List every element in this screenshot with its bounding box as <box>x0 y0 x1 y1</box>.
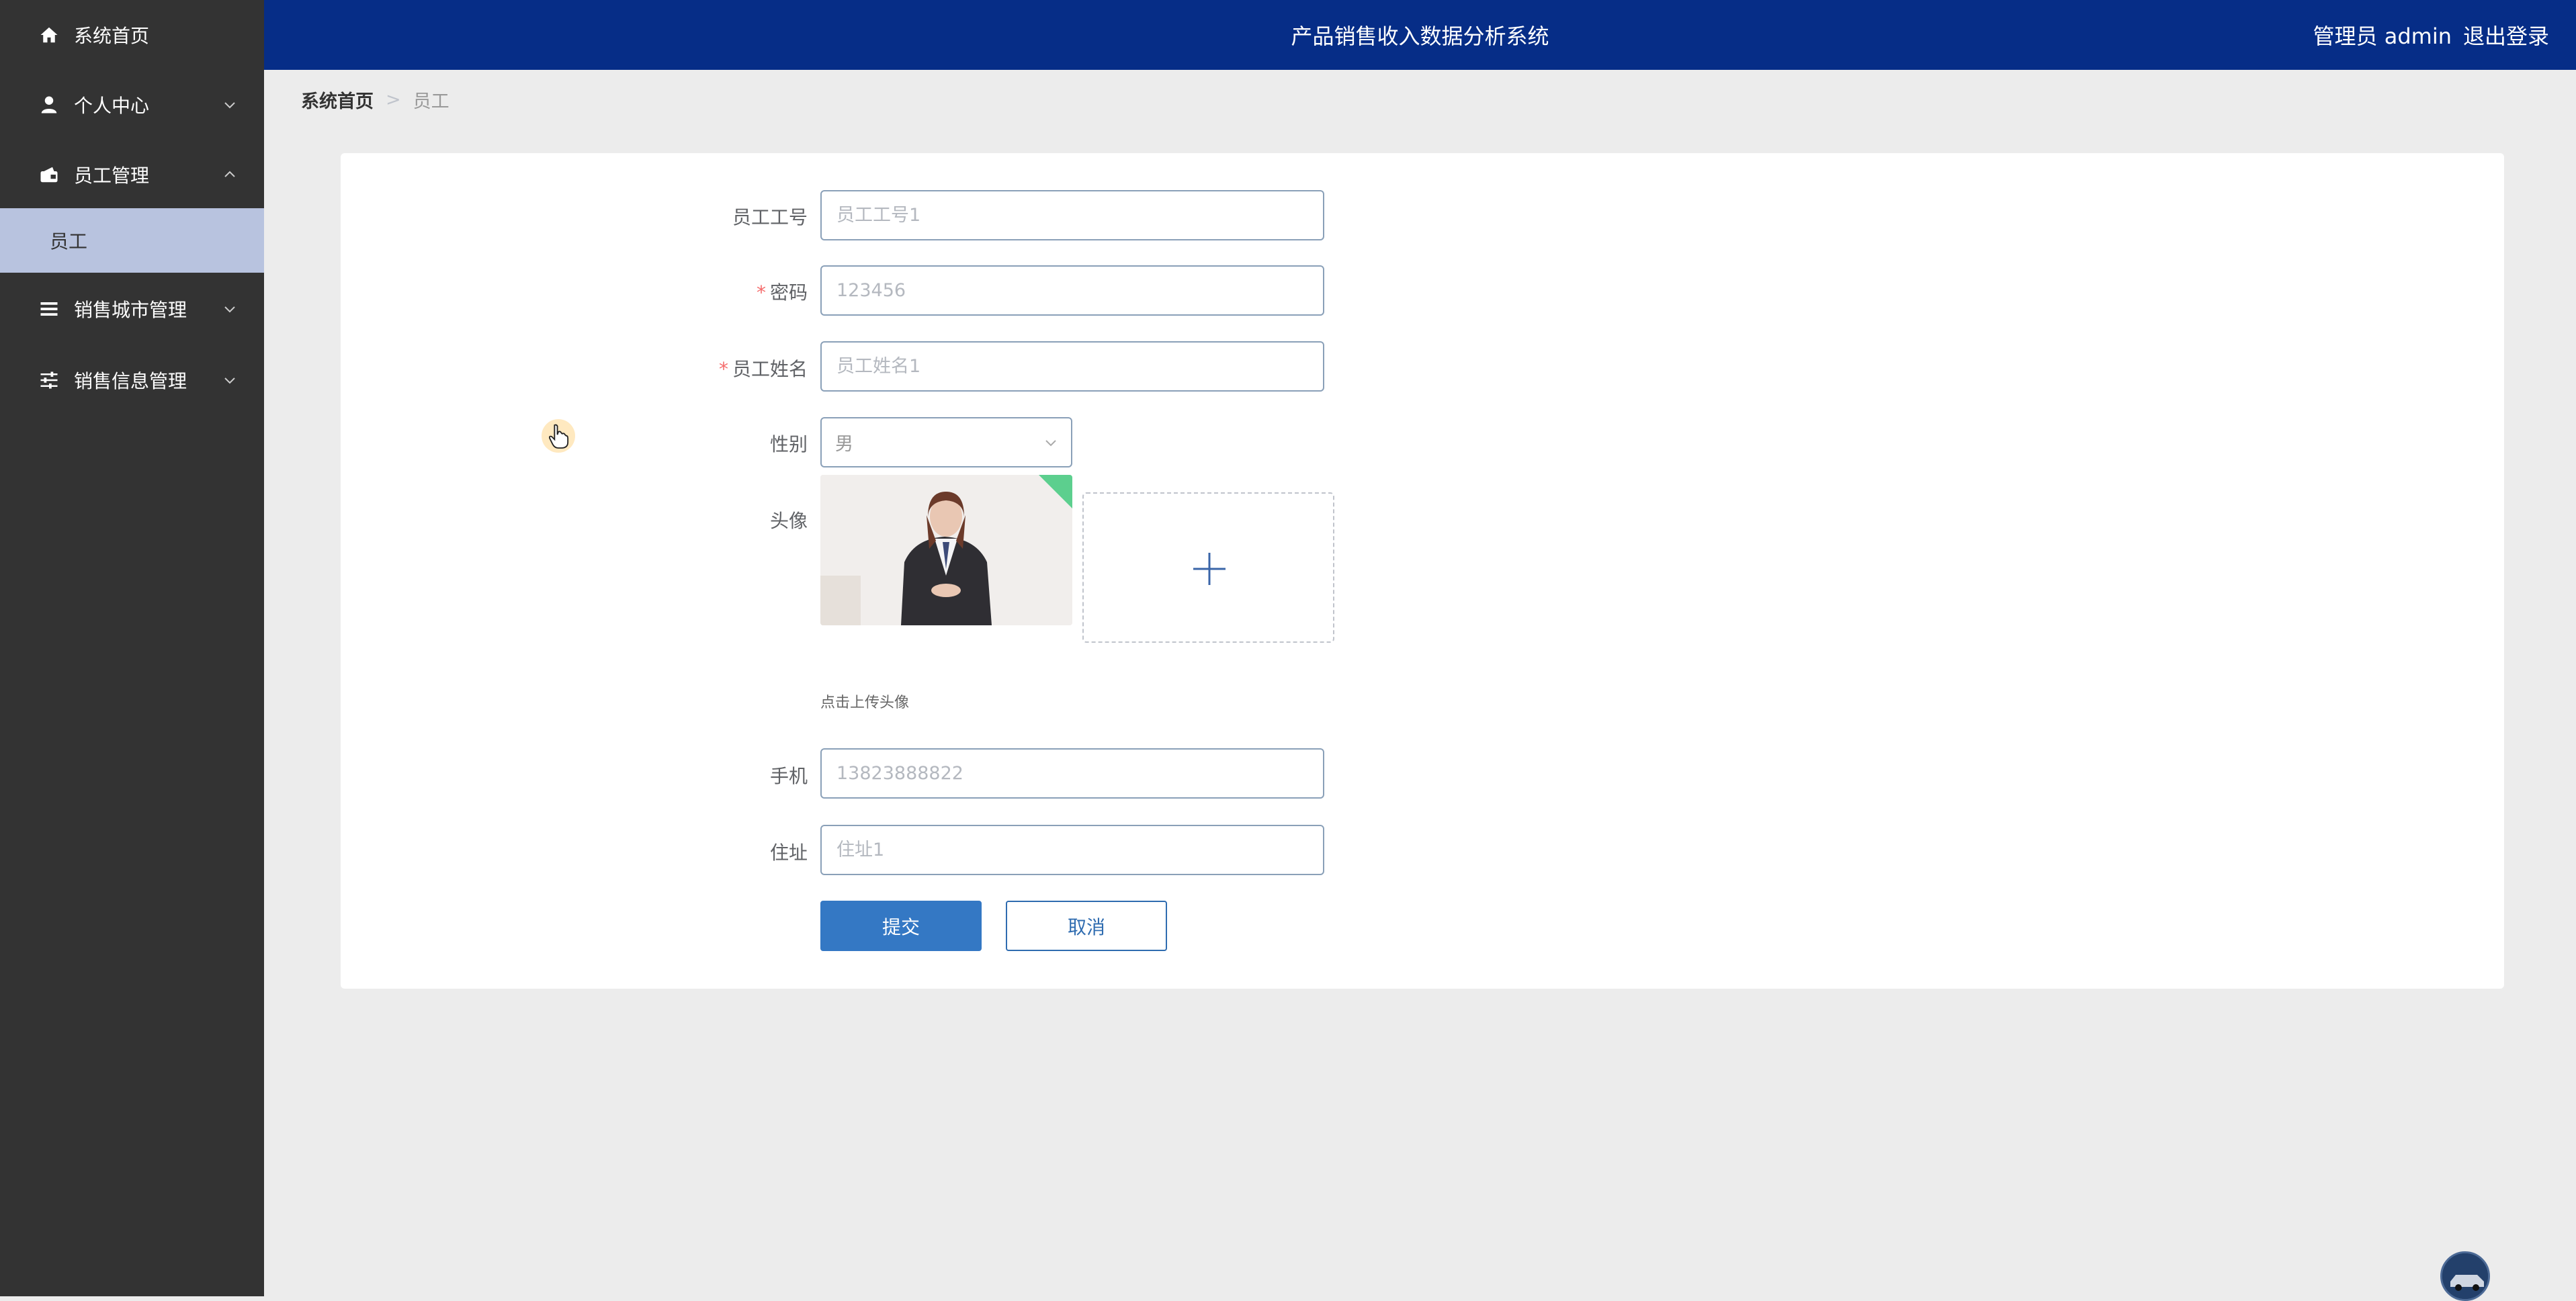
chevron-up-icon <box>224 171 235 177</box>
employee-id-input[interactable] <box>820 190 1324 240</box>
employee-name-input[interactable] <box>820 341 1324 392</box>
current-user: 管理员 admin <box>2313 24 2452 49</box>
app-title: 产品销售收入数据分析系统 <box>1291 24 1549 49</box>
car-icon <box>2442 1253 2488 1299</box>
sliders-icon <box>40 371 58 389</box>
sidebar: 系统首页 个人中心 员工管理 员工 销售城市管理 销售信息管理 <box>0 0 264 1296</box>
list-icon <box>40 302 58 316</box>
logout-link[interactable]: 退出登录 <box>2463 0 2549 70</box>
password-input[interactable] <box>820 265 1324 316</box>
employee-form-card: 员工工号 *密码 *员工姓名 性别 头像 手机 住址 点击上传头像 提交 取消 … <box>341 153 2504 989</box>
status-badge <box>1039 475 1072 508</box>
breadcrumb-separator: > <box>386 89 401 110</box>
sidebar-item-label: 员工管理 <box>74 165 150 187</box>
gender-select-value: 男 <box>835 434 853 455</box>
address-label: 住址 <box>769 842 808 864</box>
sidebar-subitem-employee[interactable]: 员工 <box>0 208 264 273</box>
sidebar-item-label: 销售城市管理 <box>74 299 187 321</box>
sidebar-item-personal-center[interactable]: 个人中心 <box>0 70 264 140</box>
avatar-upload-hint: 点击上传头像 <box>820 694 910 711</box>
sidebar-item-sales-info-management[interactable]: 销售信息管理 <box>0 345 264 415</box>
employee-name-label: * 员工姓名 <box>718 358 808 380</box>
chevron-down-icon <box>224 306 235 313</box>
top-bar: 产品销售收入数据分析系统 管理员 admin 退出登录 <box>264 0 2576 70</box>
phone-input[interactable] <box>820 748 1324 799</box>
hand-cursor-icon <box>548 424 569 449</box>
cancel-button[interactable]: 取消 <box>1006 901 1167 951</box>
floating-avatar-button[interactable] <box>2440 1251 2490 1301</box>
required-mark: * <box>718 358 728 380</box>
sidebar-item-sales-city-management[interactable]: 销售城市管理 <box>0 274 264 344</box>
address-input[interactable] <box>820 825 1324 875</box>
required-mark: * <box>756 281 766 304</box>
avatar-upload-button[interactable] <box>1082 492 1334 643</box>
sidebar-item-employee-management[interactable]: 员工管理 <box>0 140 264 210</box>
password-label: * 密码 <box>756 281 808 304</box>
chevron-down-icon <box>224 102 235 109</box>
sidebar-item-label: 系统首页 <box>74 25 150 47</box>
wallet-icon <box>40 167 58 183</box>
chevron-down-icon <box>224 377 235 384</box>
user-icon <box>41 96 57 114</box>
employee-id-label: 员工工号 <box>732 206 808 228</box>
plus-icon <box>1193 553 1226 585</box>
avatar-photo-icon <box>820 475 1072 625</box>
chevron-down-icon <box>1045 440 1056 447</box>
sidebar-item-label: 销售信息管理 <box>74 370 187 392</box>
breadcrumb-home[interactable]: 系统首页 <box>301 87 374 113</box>
submit-button[interactable]: 提交 <box>820 901 982 951</box>
sidebar-item-home[interactable]: 系统首页 <box>0 0 264 70</box>
home-icon <box>40 27 58 43</box>
gender-select[interactable]: 男 <box>820 417 1072 467</box>
phone-label: 手机 <box>769 765 808 787</box>
breadcrumb: 系统首页 > 员工 <box>301 86 449 113</box>
breadcrumb-current: 员工 <box>413 91 449 112</box>
avatar-label: 头像 <box>769 510 808 532</box>
avatar-image[interactable] <box>820 475 1072 625</box>
sidebar-item-label: 个人中心 <box>74 95 150 117</box>
